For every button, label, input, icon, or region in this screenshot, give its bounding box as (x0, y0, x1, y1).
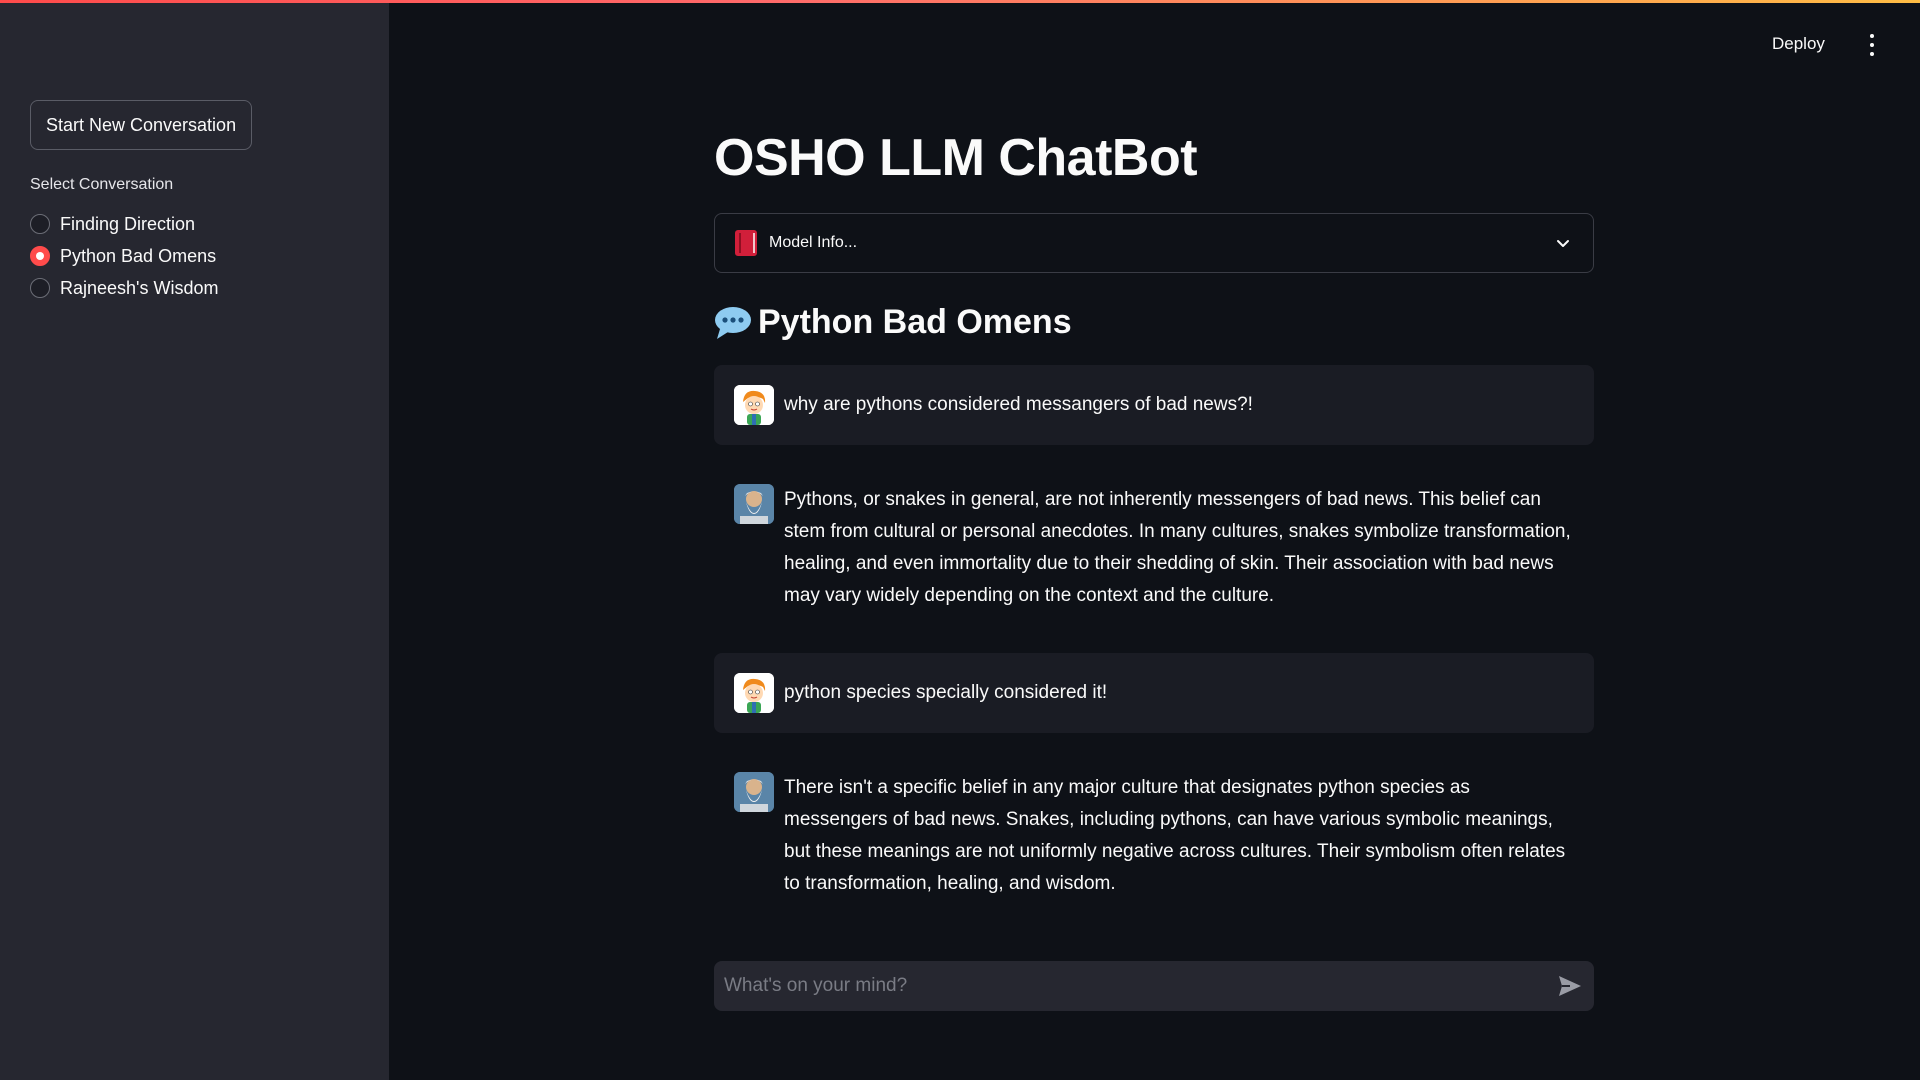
radio-option-label: Finding Direction (60, 213, 196, 234)
chevron-down-icon[interactable] (1553, 233, 1573, 253)
radio-button-icon[interactable] (30, 214, 50, 234)
chat-message-user: why are pythons considered messangers of… (714, 365, 1594, 445)
chat-input[interactable] (724, 975, 1556, 997)
start-new-conversation-button[interactable]: Start New Conversation (30, 100, 253, 150)
send-icon[interactable] (1556, 972, 1584, 1000)
bearded-man-icon (734, 772, 774, 812)
cartoon-boy-icon (734, 673, 774, 713)
page-title: OSHO LLM ChatBot (714, 129, 1198, 187)
bearded-man-icon (734, 484, 774, 524)
expander-label: Model Info... (769, 234, 858, 251)
radio-option-python-bad-omens[interactable]: Python Bad Omens (30, 240, 219, 272)
message-text: why are pythons considered messangers of… (784, 394, 1253, 415)
deploy-button[interactable]: Deploy (1772, 34, 1825, 54)
cartoon-boy-icon (734, 385, 774, 425)
radio-option-finding-direction[interactable]: Finding Direction (30, 208, 219, 240)
message-text: There isn't a specific belief in any maj… (784, 777, 1566, 894)
radio-option-label: Python Bad Omens (60, 245, 217, 266)
chat-input-container (714, 961, 1594, 1011)
message-text: Pythons, or snakes in general, are not i… (784, 489, 1571, 606)
top-decoration-bar (0, 0, 1920, 3)
user-avatar (734, 385, 774, 425)
message-text: python species specially considered it! (784, 682, 1108, 703)
conversation-title: Python Bad Omens (758, 303, 1072, 341)
red-book-icon (735, 230, 757, 256)
chat-message-user: python species specially considered it! (714, 653, 1594, 733)
assistant-avatar (734, 772, 774, 812)
radio-button-selected-icon[interactable] (30, 246, 50, 266)
select-conversation-label: Select Conversation (30, 176, 174, 193)
speech-balloon-icon (715, 306, 751, 339)
assistant-avatar (734, 484, 774, 524)
vertical-ellipsis-icon[interactable] (1862, 34, 1882, 56)
user-avatar (734, 673, 774, 713)
radio-button-icon[interactable] (30, 278, 50, 298)
conversation-subheader: Python Bad Omens (714, 303, 1072, 342)
chat-message-assistant: There isn't a specific belief in any maj… (714, 772, 1594, 902)
sidebar: Start New Conversation Select Conversati… (0, 0, 389, 1080)
radio-option-label: Rajneesh's Wisdom (60, 277, 219, 298)
radio-option-rajneesh-wisdom[interactable]: Rajneesh's Wisdom (30, 272, 219, 304)
model-info-expander[interactable]: Model Info... (714, 213, 1594, 273)
chat-message-assistant: Pythons, or snakes in general, are not i… (714, 484, 1594, 614)
conversation-radio-group: Finding Direction Python Bad Omens Rajne… (30, 208, 219, 304)
